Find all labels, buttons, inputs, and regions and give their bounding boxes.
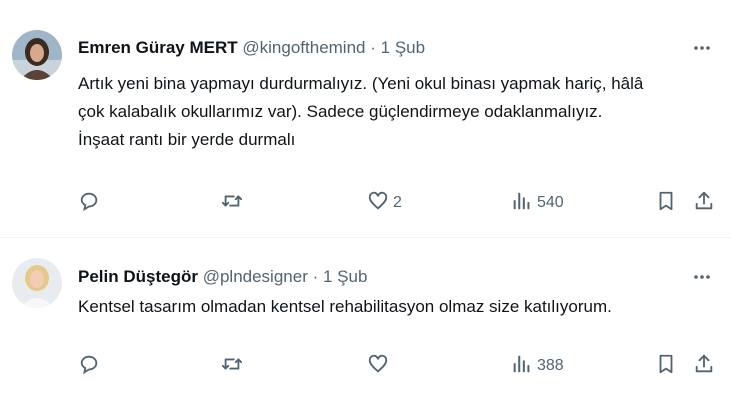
reply-icon <box>78 353 100 380</box>
more-icon[interactable] <box>692 267 712 287</box>
view-count: 540 <box>537 194 564 211</box>
avatar[interactable] <box>12 258 62 308</box>
action-bar: 388 <box>0 351 730 381</box>
heart-icon <box>367 190 389 217</box>
author-handle[interactable]: @kingofthemind <box>242 38 365 57</box>
views-icon <box>511 190 533 217</box>
views-icon <box>511 353 533 380</box>
tweet-text-line: Artık yeni bina yapmayı durdurmalıyız. (… <box>78 74 644 93</box>
heart-icon <box>367 353 389 380</box>
reply-button[interactable] <box>78 351 100 381</box>
retweet-button[interactable] <box>221 351 243 381</box>
like-count: 2 <box>393 194 402 211</box>
author-name[interactable]: Emren Güray MERT <box>78 38 238 57</box>
like-button[interactable] <box>367 351 393 381</box>
action-bar: 2 540 <box>0 188 730 218</box>
share-button[interactable] <box>693 351 715 381</box>
reply-button[interactable] <box>78 188 100 218</box>
tweet-text: Kentsel tasarım olmadan kentsel rehabili… <box>78 293 710 321</box>
views-button[interactable]: 540 <box>511 188 564 218</box>
views-button[interactable]: 388 <box>511 351 564 381</box>
author-handle[interactable]: @plndesigner <box>203 267 308 286</box>
tweet[interactable]: Emren Güray MERT @kingofthemind · 1 Şub … <box>0 0 730 238</box>
more-icon[interactable] <box>692 38 712 58</box>
avatar[interactable] <box>12 30 62 80</box>
separator-dot: · <box>370 38 376 57</box>
like-button[interactable]: 2 <box>367 188 402 218</box>
bookmark-button[interactable] <box>655 351 677 381</box>
tweet-text-line: Kentsel tasarım olmadan kentsel rehabili… <box>78 297 612 316</box>
retweet-icon <box>221 353 243 380</box>
tweet-date[interactable]: 1 Şub <box>323 267 367 286</box>
reply-icon <box>78 190 100 217</box>
tweet-text-line: çok kalabalık okullarımız var). Sadece g… <box>78 102 603 121</box>
share-icon <box>693 353 715 380</box>
tweet-header: Pelin Düştegör @plndesigner · 1 Şub <box>78 267 367 287</box>
tweet[interactable]: Pelin Düştegör @plndesigner · 1 Şub Kent… <box>0 238 730 420</box>
bookmark-icon <box>655 353 677 380</box>
tweet-date[interactable]: 1 Şub <box>381 38 425 57</box>
tweet-text-line: İnşaat rantı bir yerde durmalı <box>78 130 296 149</box>
share-icon <box>693 190 715 217</box>
author-name[interactable]: Pelin Düştegör <box>78 267 198 286</box>
retweet-button[interactable] <box>221 188 243 218</box>
tweet-header: Emren Güray MERT @kingofthemind · 1 Şub <box>78 38 425 58</box>
tweet-text: Artık yeni bina yapmayı durdurmalıyız. (… <box>78 70 710 154</box>
share-button[interactable] <box>693 188 715 218</box>
view-count: 388 <box>537 357 564 374</box>
bookmark-icon <box>655 190 677 217</box>
separator-dot: · <box>312 267 319 286</box>
bookmark-button[interactable] <box>655 188 677 218</box>
retweet-icon <box>221 190 243 217</box>
